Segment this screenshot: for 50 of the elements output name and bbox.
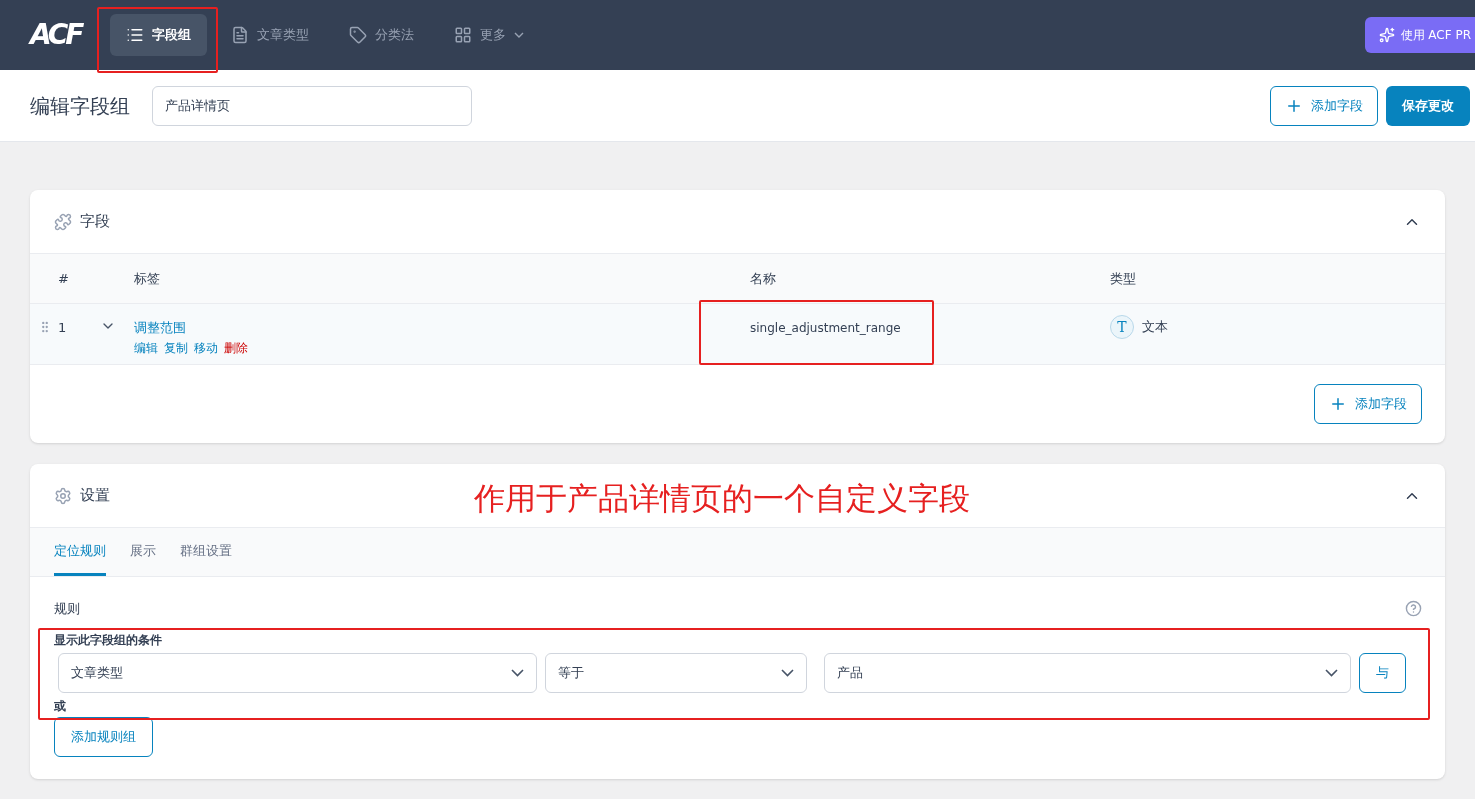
- help-icon[interactable]: [1405, 600, 1422, 618]
- settings-tab[interactable]: 群组设置: [180, 528, 232, 576]
- panel-title: 设置: [80, 485, 110, 507]
- add-field-button[interactable]: 添加字段: [1314, 384, 1422, 424]
- row-action-link[interactable]: 编辑: [134, 338, 158, 357]
- puzzle-icon: [54, 212, 72, 231]
- nav-tab[interactable]: 字段组: [110, 14, 207, 56]
- dropdown-select[interactable]: 产品: [824, 652, 1351, 693]
- document-icon: [231, 26, 249, 44]
- and-button[interactable]: 与: [1359, 652, 1406, 693]
- chevron-down-icon: [1325, 668, 1338, 677]
- add-field-button[interactable]: 添加字段: [1270, 85, 1378, 126]
- or-label: 或: [54, 698, 67, 713]
- chevron-down-icon: [511, 668, 524, 677]
- row-action-link[interactable]: 复制: [164, 338, 188, 357]
- text-type-icon: T: [1110, 315, 1134, 339]
- list-icon: [126, 26, 144, 44]
- column-header: 标签: [134, 269, 161, 288]
- settings-tab[interactable]: 展示: [130, 528, 156, 576]
- tag-icon: [349, 26, 367, 44]
- annotation-text: 作用于产品详情页的一个自定义字段: [474, 479, 970, 518]
- settings-tab[interactable]: 定位规则: [54, 528, 106, 576]
- logo[interactable]: ACF: [30, 14, 96, 56]
- dropdown-select[interactable]: 等于: [545, 652, 807, 693]
- row-number: 1: [58, 319, 68, 337]
- field-type: 文本: [1142, 318, 1168, 337]
- page-title: 编辑字段组: [30, 92, 131, 120]
- plus-icon: [1329, 395, 1347, 413]
- column-header: 类型: [1110, 269, 1136, 288]
- save-button[interactable]: 保存更改: [1386, 85, 1470, 126]
- column-header: 名称: [750, 269, 777, 288]
- row-action-link[interactable]: 删除: [224, 338, 248, 357]
- upgrade-pro-button[interactable]: 使用 ACF PR: [1364, 17, 1475, 53]
- condition-title: 显示此字段组的条件: [54, 631, 163, 649]
- row-action-link[interactable]: 移动: [194, 338, 218, 357]
- nav-tab[interactable]: 文章类型: [215, 14, 325, 56]
- grid-icon: [454, 26, 472, 44]
- group-name-field[interactable]: 产品详情页: [152, 85, 472, 126]
- panel-title: 字段: [80, 211, 110, 233]
- gear-icon: [54, 486, 72, 505]
- nav-tab[interactable]: 更多: [438, 14, 540, 56]
- chevron-down-icon: [781, 668, 794, 677]
- add-rule-group-button[interactable]: 添加规则组: [54, 716, 153, 757]
- nav-tab[interactable]: 分类法: [333, 14, 430, 56]
- field-name: single_adjustment_range: [750, 320, 902, 337]
- dropdown-select[interactable]: 文章类型: [58, 652, 537, 693]
- rules-label: 规则: [54, 600, 80, 618]
- field-label-link[interactable]: 调整范围: [134, 318, 186, 338]
- column-header: #: [58, 269, 70, 288]
- sparkle-icon: [1378, 27, 1395, 43]
